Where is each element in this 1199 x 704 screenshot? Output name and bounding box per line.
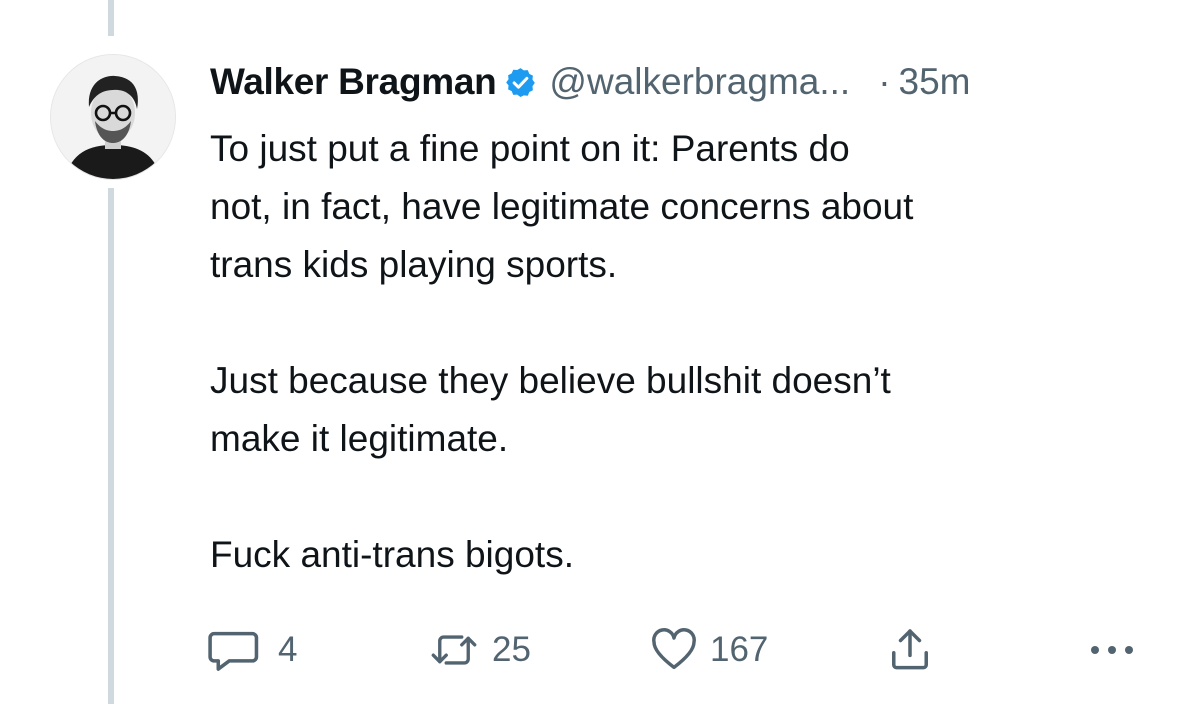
tweet-paragraph: To just put a fine point on it: Parents … xyxy=(210,128,914,285)
retweet-button[interactable]: 25 xyxy=(428,614,531,686)
retweet-count: 25 xyxy=(492,630,531,669)
author-handle[interactable]: @walkerbragma... xyxy=(549,61,850,103)
share-button[interactable] xyxy=(888,614,932,686)
tweet-text: To just put a fine point on it: Parents … xyxy=(210,120,1170,584)
like-count: 167 xyxy=(710,630,769,669)
like-button[interactable]: 167 xyxy=(650,614,768,686)
tweet-header: Walker Bragman @walkerbragma... · 35m xyxy=(210,52,1170,112)
more-button[interactable] xyxy=(1086,614,1138,686)
reply-icon xyxy=(208,631,259,671)
heart-icon xyxy=(652,628,696,670)
timestamp[interactable]: 35m xyxy=(899,61,971,103)
tweet-paragraph: Fuck anti-trans bigots. xyxy=(210,534,574,575)
profile-photo-icon xyxy=(51,55,175,179)
author-display-name[interactable]: Walker Bragman xyxy=(210,61,497,103)
more-icon xyxy=(1091,646,1133,654)
verified-badge-icon xyxy=(504,66,537,99)
tweet-paragraph: Just because they believe bullshit doesn… xyxy=(210,360,891,459)
retweet-icon xyxy=(431,635,477,665)
reply-button[interactable]: 4 xyxy=(206,614,297,686)
separator-dot: · xyxy=(878,61,891,102)
reply-count: 4 xyxy=(278,630,298,669)
avatar[interactable] xyxy=(50,54,176,180)
share-icon xyxy=(892,629,928,670)
thread-line-top xyxy=(108,0,114,36)
tweet-actions: 4 25 167 xyxy=(0,614,1199,686)
